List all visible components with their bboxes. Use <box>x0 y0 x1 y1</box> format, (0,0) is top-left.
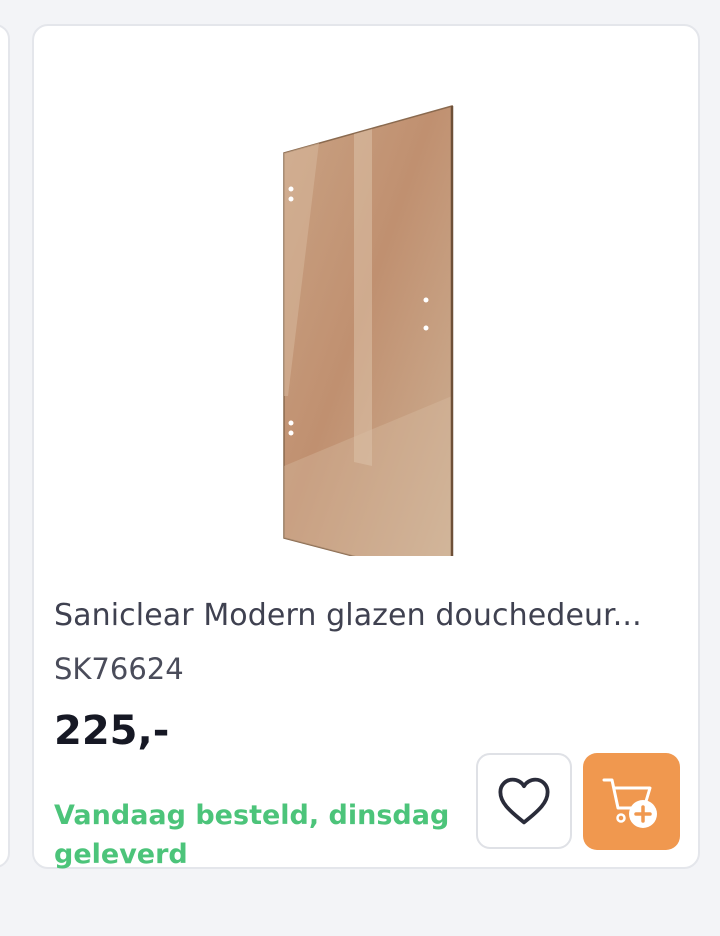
add-to-cart-button[interactable] <box>583 753 680 850</box>
product-price: 225,- <box>54 708 170 754</box>
heart-icon <box>498 777 550 825</box>
previous-product-card-edge[interactable] <box>0 24 10 868</box>
product-card[interactable]: Saniclear Modern glazen douchedeur... SK… <box>32 24 700 870</box>
product-image[interactable] <box>184 96 564 556</box>
product-sku: SK76624 <box>54 652 184 686</box>
wishlist-button[interactable] <box>476 753 572 849</box>
cart-add-icon <box>602 778 657 828</box>
delivery-info: Vandaag besteld, dinsdag geleverd <box>54 800 450 870</box>
product-title[interactable]: Saniclear Modern glazen douchedeur... <box>54 598 642 633</box>
